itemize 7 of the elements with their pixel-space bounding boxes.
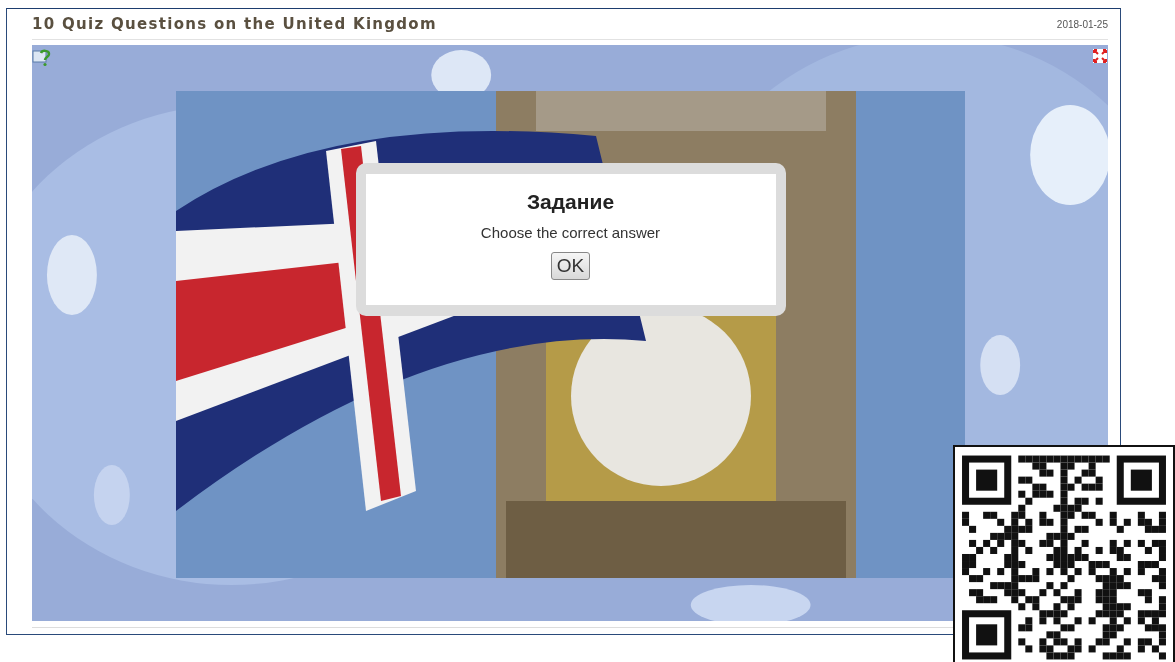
fullscreen-icon[interactable]	[1093, 49, 1107, 63]
dialog-message: Choose the correct answer	[480, 224, 661, 241]
date-label: 2018-01-25	[1056, 18, 1108, 30]
app-title: 10 Quiz Questions on the United Kingdom	[32, 15, 437, 33]
ok-button[interactable]: OK	[550, 252, 591, 280]
help-icon[interactable]	[32, 47, 52, 67]
dialog-title: Задание	[526, 190, 615, 214]
